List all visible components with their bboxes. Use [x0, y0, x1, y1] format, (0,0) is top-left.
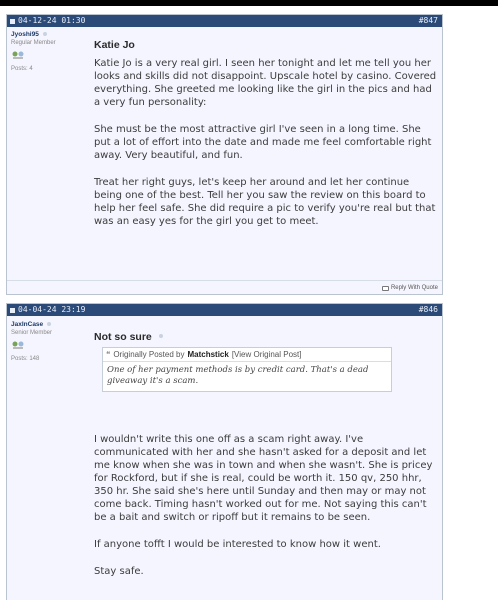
- post-number-link[interactable]: #847: [419, 15, 438, 27]
- post-count: Posts: 4: [11, 66, 33, 72]
- reply-with-quote-button[interactable]: Reply With Quote: [381, 285, 438, 291]
- user-info: Jyoshi95 Regular Member Posts: 4: [11, 31, 75, 73]
- post-header: 04-04-24 23:19 #846: [7, 304, 442, 316]
- view-original-post-link[interactable]: [View Original Post]: [232, 350, 302, 359]
- quote-icon: ❝: [106, 350, 111, 359]
- post-paragraph: If anyone tofft I would be interested to…: [94, 539, 381, 550]
- post-paragraph: I wouldn't write this one off as a scam …: [94, 434, 433, 523]
- post-content: Not so sure: [94, 327, 439, 345]
- top-black-bar: [0, 0, 498, 6]
- post-title: Katie Jo: [94, 39, 135, 51]
- post-header: 04-12-24 01:30 #847: [7, 15, 442, 27]
- post-status-icon: [10, 18, 15, 24]
- quote-header: ❝ Originally Posted by Matchstick [View …: [103, 348, 391, 362]
- user-title: Regular Member: [11, 40, 56, 46]
- post-date-wrap: 04-04-24 23:19: [10, 304, 85, 316]
- post-date: 04-04-24 23:19: [18, 305, 86, 314]
- post-847: 04-12-24 01:30 #847 Jyoshi95 Regular Mem…: [6, 14, 443, 295]
- post-title: Not so sure: [94, 331, 152, 343]
- post-content: Katie Jo Katie Jo is a very real girl. I…: [94, 39, 439, 242]
- username-row: JaxInCase: [11, 321, 75, 329]
- post-status-icon: [10, 307, 15, 313]
- username-link[interactable]: JaxInCase: [11, 321, 43, 328]
- post-title-row: Not so sure: [94, 327, 439, 345]
- post-date: 04-12-24 01:30: [18, 16, 86, 25]
- post-paragraph: She must be the most attractive girl I'v…: [94, 124, 432, 161]
- post-paragraph: Treat her right guys, let's keep her aro…: [94, 177, 436, 227]
- post-body: Katie Jo is a very real girl. I seen her…: [94, 57, 439, 228]
- post-body: I wouldn't write this one off as a scam …: [94, 433, 439, 592]
- quote-text: One of her payment methods is by credit …: [107, 365, 369, 386]
- post-846: 04-04-24 23:19 #846 JaxInCase Senior Mem…: [6, 303, 443, 600]
- user-info: JaxInCase Senior Member Posts: 148: [11, 321, 75, 363]
- offline-status-icon: [42, 32, 47, 37]
- post-number-link[interactable]: #846: [419, 304, 438, 316]
- post-footer-separator: [7, 280, 442, 281]
- reputation-icon: [12, 51, 24, 59]
- title-status-icon: [159, 333, 164, 338]
- username-link[interactable]: Jyoshi95: [11, 31, 39, 38]
- reply-quote-icon: [381, 285, 389, 291]
- reply-with-quote-label: Reply With Quote: [390, 285, 438, 291]
- post-paragraph: Katie Jo is a very real girl. I seen her…: [94, 58, 437, 108]
- quote-box: ❝ Originally Posted by Matchstick [View …: [102, 347, 392, 392]
- post-count: Posts: 148: [11, 356, 40, 362]
- quote-prefix: Originally Posted by: [113, 350, 185, 359]
- quote-author: Matchstick: [187, 350, 229, 359]
- offline-status-icon: [46, 322, 51, 327]
- post-date-wrap: 04-12-24 01:30: [10, 15, 85, 27]
- username-row: Jyoshi95: [11, 31, 75, 39]
- user-title: Senior Member: [11, 330, 53, 336]
- post-paragraph: Stay safe.: [94, 566, 144, 577]
- reputation-icon: [12, 341, 24, 349]
